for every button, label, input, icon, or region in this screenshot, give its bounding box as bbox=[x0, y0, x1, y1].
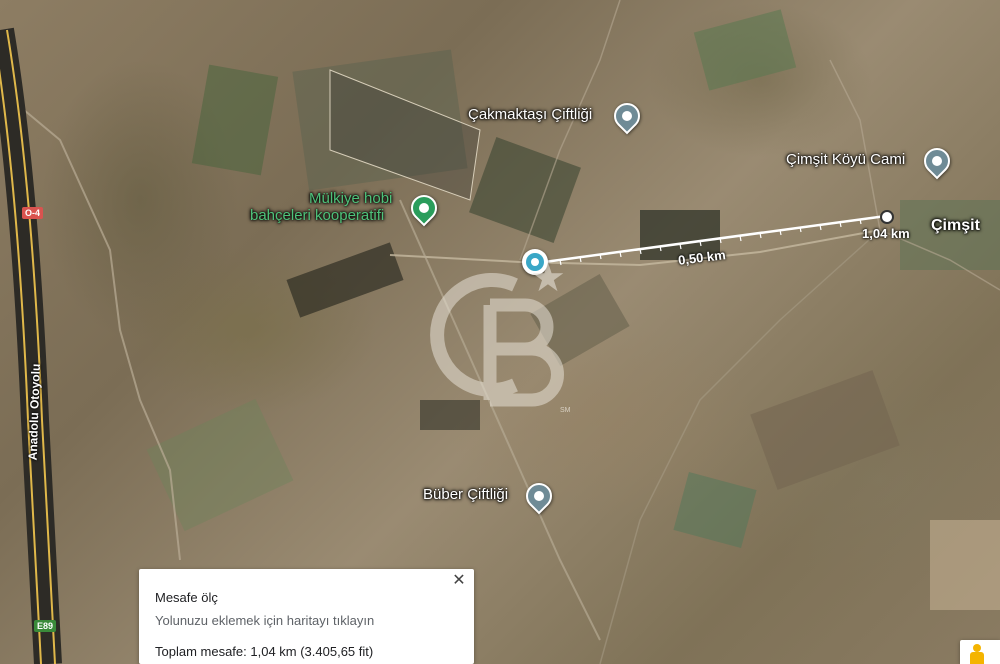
pegman-body bbox=[970, 652, 984, 664]
place-label-buber[interactable]: Büber Çiftliği bbox=[423, 486, 508, 503]
satellite-map[interactable]: O-4 E89 Anadolu Otoyolu 0,50 km 1,04 km bbox=[0, 0, 1000, 664]
measure-distance-panel: Mesafe ölç Yolunuzu eklemek için haritay… bbox=[139, 569, 474, 664]
place-label-cimsit-cami[interactable]: Çimşit Köyü Cami bbox=[786, 151, 905, 168]
place-label-cakmaktasi[interactable]: Çakmaktaşı Çiftliği bbox=[468, 106, 592, 123]
place-label-mulkiye-line1[interactable]: Mülkiye hobi bbox=[309, 190, 392, 207]
place-label-mulkiye-line2[interactable]: bahçeleri kooperatifi bbox=[250, 207, 384, 224]
panel-total-distance: Toplam mesafe: 1,04 km (3.405,65 fit) bbox=[155, 644, 374, 659]
pegman-button[interactable] bbox=[960, 640, 1000, 664]
close-icon[interactable]: ✕ bbox=[450, 572, 468, 590]
pegman-icon bbox=[973, 644, 981, 652]
measure-point-icon[interactable] bbox=[880, 210, 894, 224]
watermark-logo bbox=[430, 273, 564, 407]
watermark-mark: SM bbox=[560, 407, 571, 414]
panel-hint: Yolunuzu eklemek için haritayı tıklayın bbox=[155, 613, 375, 628]
place-label-cimsit[interactable]: Çimşit bbox=[931, 217, 980, 235]
panel-title: Mesafe ölç bbox=[155, 590, 218, 605]
measure-total-label: 1,04 km bbox=[862, 226, 910, 241]
